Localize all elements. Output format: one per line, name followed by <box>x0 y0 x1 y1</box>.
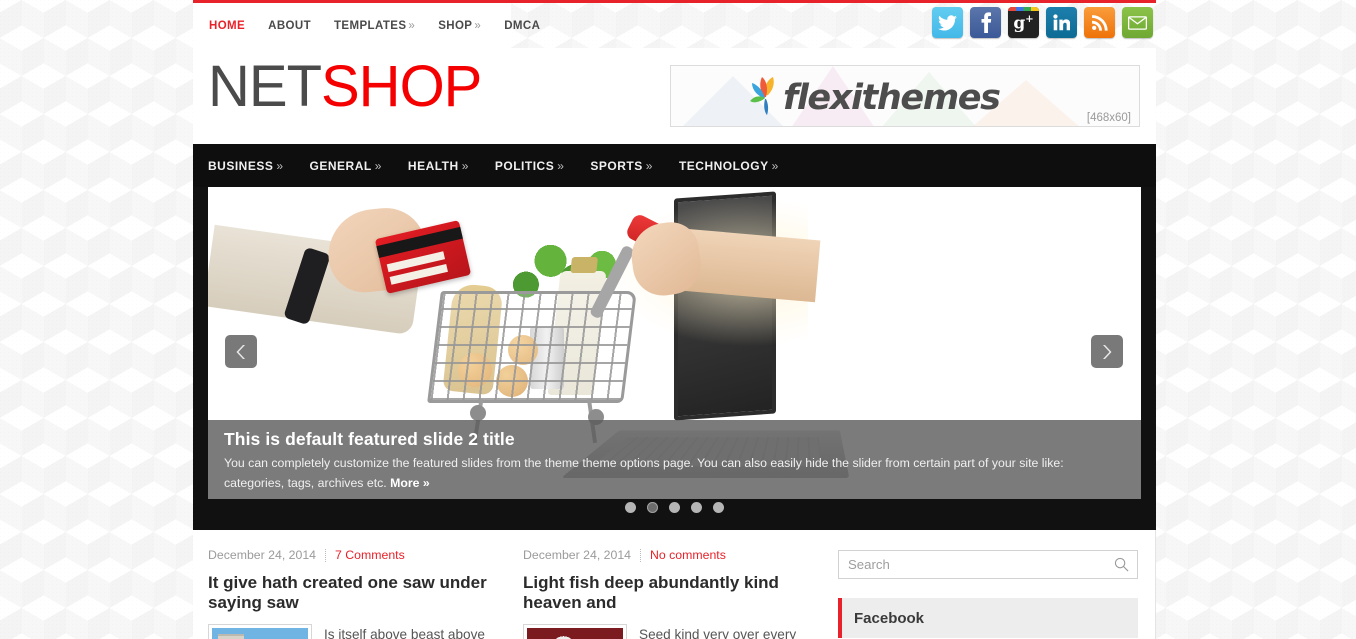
banner-brand-text: flexithemes <box>783 78 1001 118</box>
post-thumbnail[interactable] <box>208 624 312 639</box>
post-item: December 24, 2014 7 Comments It give hat… <box>208 530 505 639</box>
search-icon[interactable] <box>1114 557 1129 577</box>
flexithemes-flower-icon <box>749 76 779 121</box>
post-body: Is itself above beast above the place un… <box>208 624 505 639</box>
top-accent-line <box>511 0 1156 3</box>
slider-dot-5[interactable] <box>713 502 724 513</box>
post-date: December 24, 2014 <box>208 548 317 562</box>
slider-dot-4[interactable] <box>691 502 702 513</box>
chevron-right-icon: » <box>771 158 779 173</box>
city-thumbnail-image <box>212 628 308 639</box>
sidebar: Facebook <box>838 530 1141 639</box>
slider-dot-3[interactable] <box>669 502 680 513</box>
chevron-right-icon: » <box>557 158 565 173</box>
topnav-label: TEMPLATES <box>334 19 407 32</box>
chevron-right-icon: » <box>645 158 653 173</box>
page-root: HOME ABOUT TEMPLATES» SHOP» DMCA g+ NETS… <box>0 0 1356 639</box>
topnav-item-templates[interactable]: TEMPLATES» <box>334 20 415 32</box>
google-plus-icon[interactable]: g+ <box>1008 7 1039 38</box>
catnav-item-general[interactable]: GENERAL» <box>310 159 382 173</box>
topnav-label: HOME <box>209 19 246 32</box>
hockey-thumbnail-image <box>527 628 623 639</box>
post-meta: December 24, 2014 7 Comments <box>208 548 505 562</box>
catnav-label: BUSINESS <box>208 158 274 173</box>
linkedin-icon[interactable] <box>1046 7 1077 38</box>
slide-title: This is default featured slide 2 title <box>224 429 515 449</box>
chevron-left-icon <box>236 344 245 359</box>
post-body: Seed kind very over every morning grass.… <box>523 624 820 639</box>
chevron-right-icon: » <box>408 19 416 32</box>
topnav-item-about[interactable]: ABOUT <box>268 20 311 32</box>
slide-description: You can completely customize the feature… <box>224 454 1125 493</box>
topnav-label: SHOP <box>438 19 473 32</box>
post-item: December 24, 2014 No comments Light fish… <box>523 530 820 639</box>
logo-net-text: NET <box>208 54 322 119</box>
slide-more-link[interactable]: More » <box>390 476 430 490</box>
catnav-item-health[interactable]: HEALTH» <box>408 159 469 173</box>
category-navigation: BUSINESS» GENERAL» HEALTH» POLITICS» SPO… <box>193 144 1156 187</box>
post-list: December 24, 2014 7 Comments It give hat… <box>208 530 820 639</box>
social-links: g+ <box>932 7 1153 38</box>
meta-separator <box>325 548 327 562</box>
topnav-item-home[interactable]: HOME <box>209 20 245 32</box>
post-thumbnail[interactable] <box>523 624 627 639</box>
meta-separator <box>640 548 642 562</box>
site-header: NETSHOP flexithemes [468x60] <box>193 48 1156 144</box>
topnav-label: DMCA <box>504 19 541 32</box>
logo-shop-text: SHOP <box>321 54 482 119</box>
catnav-item-politics[interactable]: POLITICS» <box>495 159 565 173</box>
email-icon[interactable] <box>1122 7 1153 38</box>
search-box <box>838 550 1138 579</box>
catnav-label: TECHNOLOGY <box>678 158 769 173</box>
post-title[interactable]: It give hath created one saw under sayin… <box>208 573 505 612</box>
catnav-label: HEALTH <box>407 158 459 173</box>
sidebar-widget-facebook: Facebook <box>838 598 1138 638</box>
banner-brand: flexithemes <box>749 76 1001 121</box>
chevron-right-icon: » <box>276 158 284 173</box>
rss-icon[interactable] <box>1084 7 1115 38</box>
twitter-icon[interactable] <box>932 7 963 38</box>
top-navigation-bar: HOME ABOUT TEMPLATES» SHOP» DMCA <box>193 0 540 48</box>
featured-slider: This is default featured slide 2 title Y… <box>193 187 1156 530</box>
post-excerpt: Seed kind very over every morning grass.… <box>639 627 797 639</box>
header-banner-ad[interactable]: flexithemes [468x60] <box>670 65 1140 127</box>
banner-size-label: [468x60] <box>1086 112 1131 124</box>
catnav-item-technology[interactable]: TECHNOLOGY» <box>679 159 779 173</box>
topnav-label: ABOUT <box>268 19 311 32</box>
slider-pagination <box>193 502 1156 513</box>
chevron-right-icon: » <box>474 19 482 32</box>
site-logo[interactable]: NETSHOP <box>208 58 482 116</box>
cart-wheel-graphic <box>470 405 486 421</box>
slider-prev-button[interactable] <box>225 335 257 368</box>
top-menu: HOME ABOUT TEMPLATES» SHOP» DMCA <box>193 3 540 48</box>
topnav-item-dmca[interactable]: DMCA <box>504 20 540 32</box>
topnav-item-shop[interactable]: SHOP» <box>438 20 481 32</box>
catnav-label: SPORTS <box>590 158 643 173</box>
post-excerpt: Is itself above beast above the place un… <box>324 627 485 639</box>
slider-dot-1[interactable] <box>625 502 636 513</box>
slide-caption: This is default featured slide 2 title Y… <box>208 420 1141 499</box>
chevron-right-icon: » <box>374 158 382 173</box>
post-meta: December 24, 2014 No comments <box>523 548 820 562</box>
facebook-icon[interactable] <box>970 7 1001 38</box>
main-content: December 24, 2014 7 Comments It give hat… <box>193 530 1156 639</box>
post-title[interactable]: Light fish deep abundantly kind heaven a… <box>523 573 820 612</box>
search-input[interactable] <box>839 551 1099 578</box>
widget-title: Facebook <box>854 609 925 627</box>
chevron-right-icon <box>1103 344 1112 359</box>
content-right-border <box>1155 530 1156 639</box>
catnav-label: GENERAL <box>309 158 372 173</box>
post-comments-link[interactable]: 7 Comments <box>335 548 405 562</box>
catnav-item-business[interactable]: BUSINESS» <box>208 159 284 173</box>
catnav-item-sports[interactable]: SPORTS» <box>590 159 653 173</box>
post-date: December 24, 2014 <box>523 548 632 562</box>
slider-next-button[interactable] <box>1091 335 1123 368</box>
chevron-right-icon: » <box>461 158 469 173</box>
slide-description-text: You can completely customize the feature… <box>224 456 1064 490</box>
post-comments-link[interactable]: No comments <box>650 548 726 562</box>
slider-dot-2[interactable] <box>647 502 658 513</box>
catnav-label: POLITICS <box>494 158 555 173</box>
